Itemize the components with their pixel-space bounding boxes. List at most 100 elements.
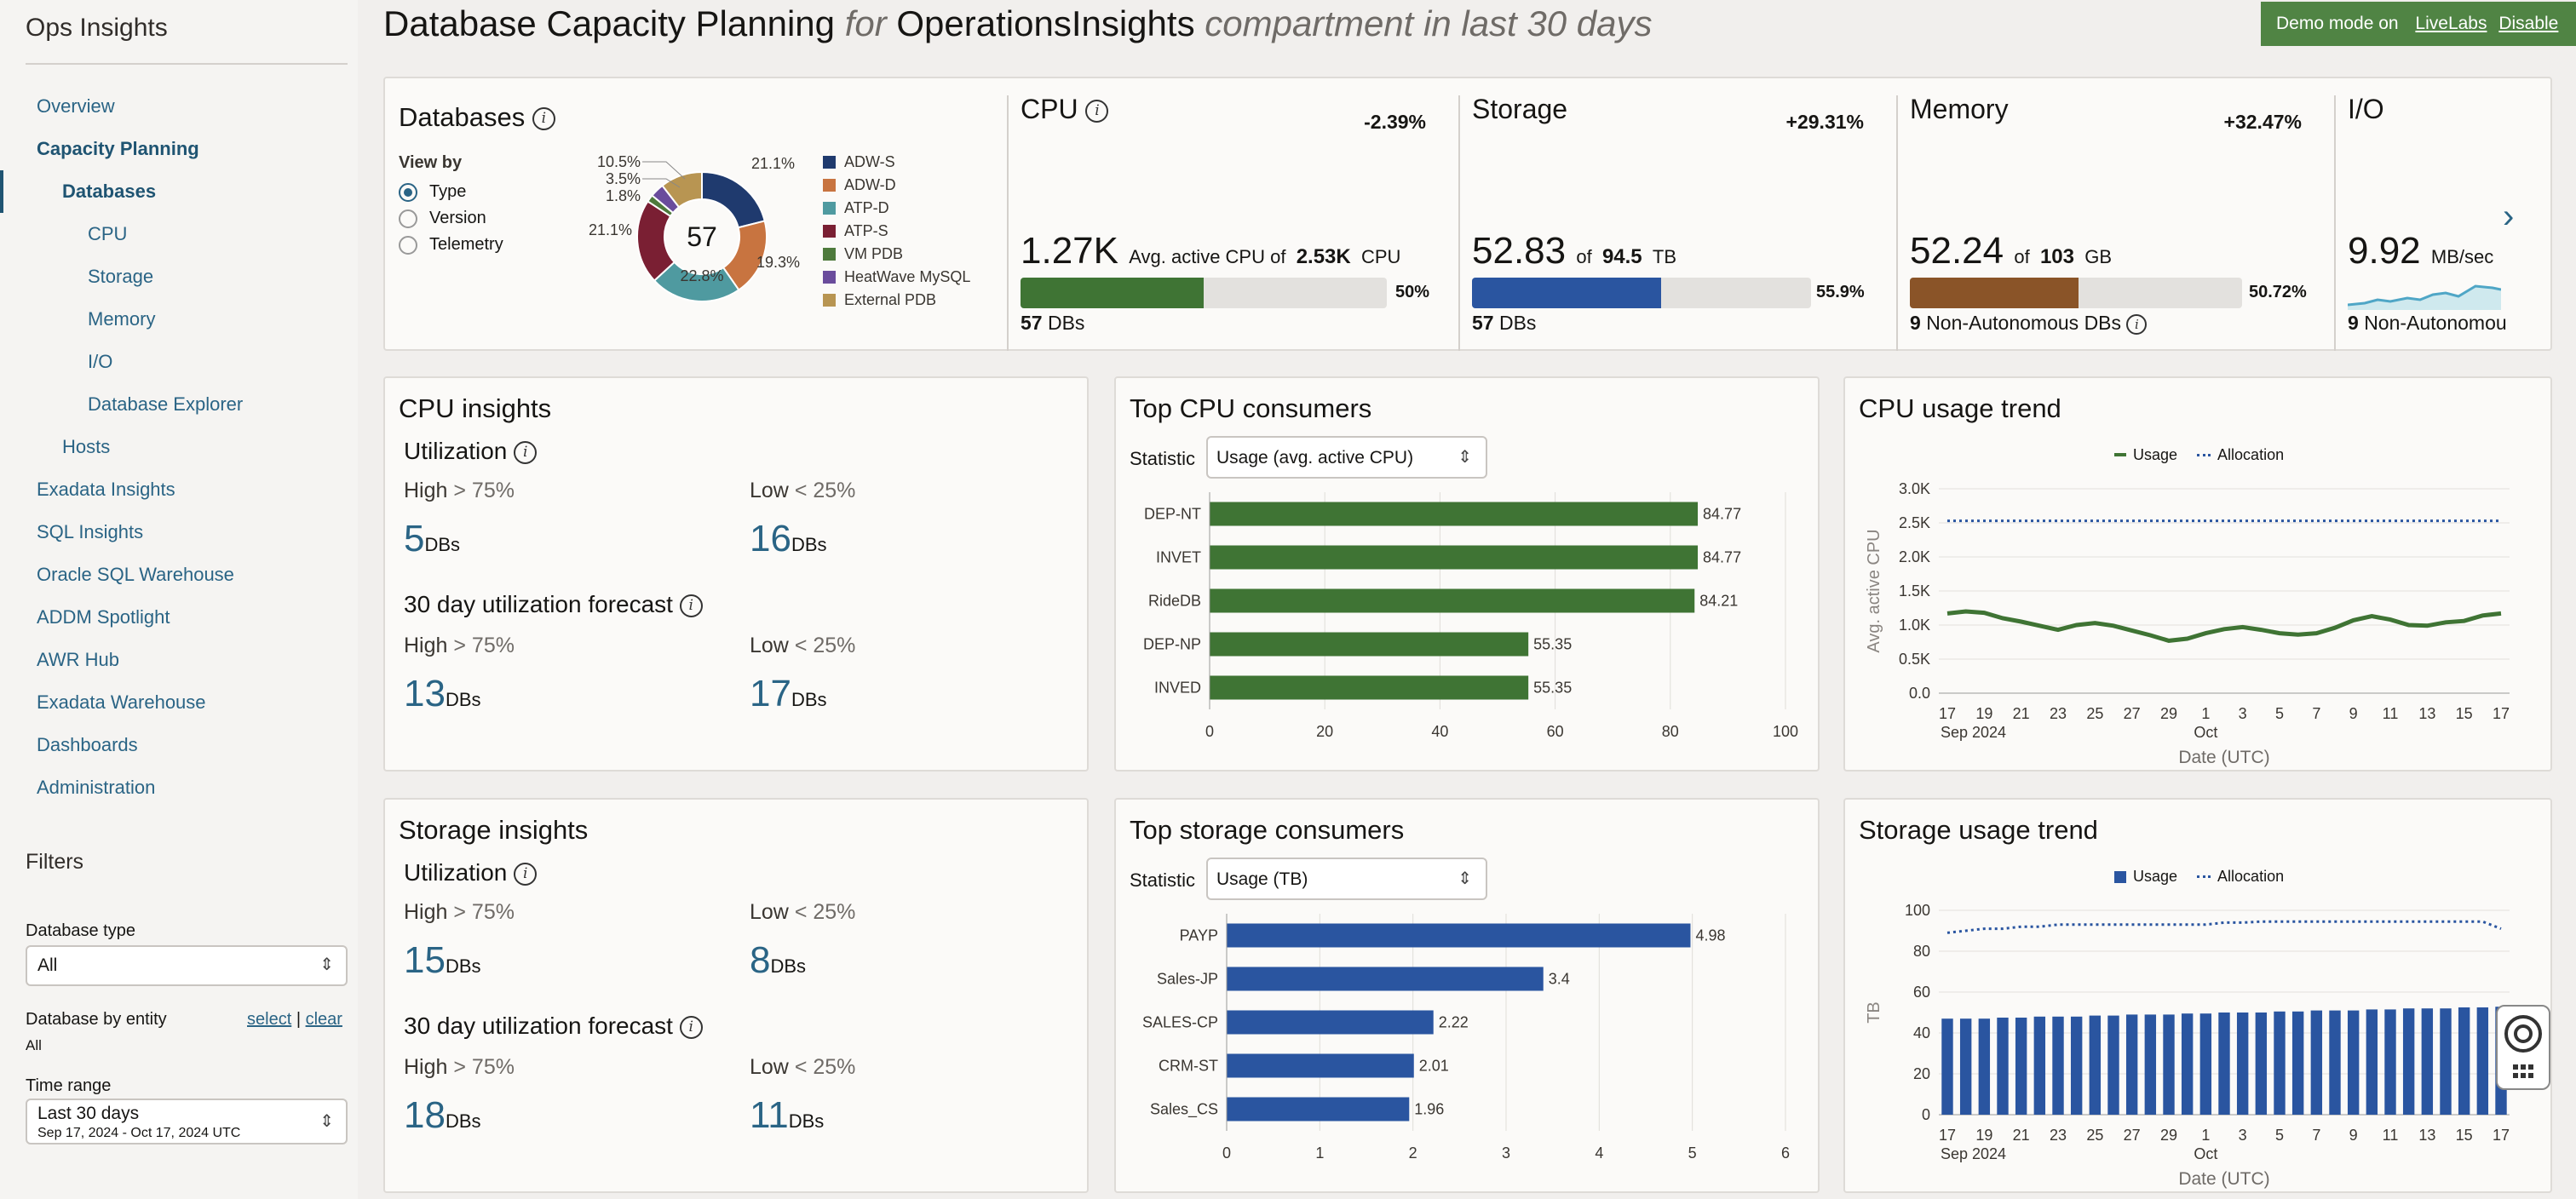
info-icon[interactable]: i — [679, 594, 703, 618]
sidebar-item-hosts[interactable]: Hosts — [0, 426, 358, 468]
top-storage-consumers-chart[interactable]: 0 1 2 3 4 5 6 PAYP 4.98 Sales-JP 3.4 SALES-CP 2.22 CR… — [1116, 905, 1818, 1186]
storage-fc-low-count[interactable]: 11DBs — [750, 1094, 824, 1137]
sidebar-item-administration[interactable]: Administration — [0, 766, 358, 809]
sidebar-item-awr-hub[interactable]: AWR Hub — [0, 639, 358, 681]
compartment-name[interactable]: OperationsInsights — [896, 3, 1194, 43]
sidebar-item-capacity-planning[interactable]: Capacity Planning — [0, 128, 358, 170]
sidebar-item-cpu[interactable]: CPU — [0, 213, 358, 255]
disable-demo-link[interactable]: Disable — [2498, 14, 2558, 33]
storage-util-high-count[interactable]: 15DBs — [404, 939, 481, 982]
high-label: High — [404, 1055, 448, 1079]
legend-item-adw-d[interactable]: ADW-D — [823, 176, 970, 199]
category-label: RideDB — [1148, 593, 1201, 610]
sidebar-item-overview[interactable]: Overview — [0, 85, 358, 128]
legend-item-adw-s[interactable]: ADW-S — [823, 153, 970, 176]
entity-clear-link[interactable]: clear — [306, 1010, 342, 1029]
cpu-statistic-value: Usage (avg. active CPU) — [1216, 448, 1414, 468]
sidebar-item-dashboards[interactable]: Dashboards — [0, 724, 358, 766]
count-unit: DBs — [788, 1110, 825, 1132]
donut-data-label: 10.5% — [597, 153, 641, 170]
storage-forecast-subtitle-text: 30 day utilization forecast — [404, 1013, 673, 1039]
donut-data-label: 22.8% — [680, 267, 723, 284]
x-tick-label: 25 — [2086, 705, 2103, 722]
storage-count-number: 57 — [1472, 312, 1494, 334]
legend-item-atp-d[interactable]: ATP-D — [823, 199, 970, 222]
usage-bar — [2052, 1016, 2064, 1115]
sidebar-item-storage[interactable]: Storage — [0, 255, 358, 298]
sidebar-item-io[interactable]: I/O — [0, 341, 358, 383]
storage-util-low-count[interactable]: 8DBs — [750, 939, 806, 982]
y-tick-label: 20 — [1913, 1065, 1930, 1082]
top-cpu-consumers-title: Top CPU consumers — [1130, 393, 1372, 423]
cpu-fc-low-count[interactable]: 17DBs — [750, 673, 827, 715]
legend-label-usage[interactable]: Usage — [2133, 446, 2177, 463]
sidebar-item-exadata-insights[interactable]: Exadata Insights — [0, 468, 358, 511]
time-range-select[interactable]: Last 30 days Sep 17, 2024 - Oct 17, 2024… — [26, 1099, 348, 1144]
info-icon[interactable]: i — [514, 863, 538, 886]
io-unit: MB/sec — [2430, 246, 2494, 267]
chevron-right-icon[interactable]: › — [2503, 198, 2514, 236]
livelabs-link[interactable]: LiveLabs — [2415, 14, 2487, 33]
help-button[interactable] — [2496, 1005, 2550, 1090]
y-tick-label: 100 — [1905, 902, 1930, 919]
storage-usage-trend-chart[interactable]: 02040608010017 19 21 23 25 27 29 1 3 5 7 9 11 13 15 17S… — [1845, 893, 2550, 1191]
database-entity-label: Database by entity — [26, 1010, 167, 1029]
top-storage-consumers-title: Top storage consumers — [1130, 815, 1405, 845]
io-metric[interactable]: I/O 9.92 MB/sec 9 Non-Autonomou — [2334, 78, 2513, 400]
storage-metric[interactable]: Storage +29.31% 52.83 of 94.5 TB 55.9% 5… — [1458, 78, 1896, 400]
sidebar-item-oracle-sql-warehouse[interactable]: Oracle SQL Warehouse — [0, 554, 358, 596]
cpu-statistic-select[interactable]: Usage (avg. active CPU) ⇕ — [1206, 436, 1487, 479]
legend-item-external-pdb[interactable]: External PDB — [823, 291, 970, 314]
cpu-util-high-count[interactable]: 5DBs — [404, 518, 460, 560]
sidebar-item-database-explorer[interactable]: Database Explorer — [0, 383, 358, 426]
storage-fc-low-label: Low < 25% — [750, 1055, 855, 1080]
x-tick-sublabel: Oct — [2194, 724, 2217, 741]
legend-item-vm-pdb[interactable]: VM PDB — [823, 245, 970, 268]
usage-bar — [2236, 1013, 2249, 1115]
info-icon[interactable]: i — [679, 1016, 703, 1040]
donut-slice-adw-s — [701, 170, 766, 229]
info-icon[interactable]: i — [514, 441, 538, 465]
legend-item-atp-s[interactable]: ATP-S — [823, 222, 970, 245]
radio-telemetry[interactable]: Telemetry — [399, 232, 503, 258]
info-icon[interactable]: i — [532, 107, 555, 131]
chevron-updown-icon: ⇕ — [1458, 448, 1472, 467]
memory-metric[interactable]: Memory +32.47% 52.24 of 103 GB 50.72% 9 … — [1896, 78, 2334, 400]
x-tick-label: 9 — [2349, 1127, 2358, 1144]
entity-select-link[interactable]: select — [247, 1010, 291, 1029]
sidebar-item-databases[interactable]: Databases — [0, 170, 358, 213]
cpu-fc-high-count[interactable]: 13DBs — [404, 673, 481, 715]
memory-total: 103 — [2039, 245, 2074, 268]
divider — [1896, 95, 1898, 351]
y-tick-label: 0.5K — [1899, 651, 1930, 668]
count-number: 16 — [750, 518, 791, 559]
cpu-util-low-count[interactable]: 16DBs — [750, 518, 827, 560]
storage-metric-title: Storage — [1472, 94, 1568, 124]
info-icon[interactable]: i — [2126, 313, 2148, 335]
storage-statistic-select[interactable]: Usage (TB) ⇕ — [1206, 858, 1487, 900]
info-icon[interactable]: i — [1085, 100, 1109, 123]
cpu-metric[interactable]: CPU i -2.39% 1.27K Avg. active CPU of 2.… — [1007, 78, 1458, 400]
usage-line — [1946, 609, 2502, 643]
legend-label-usage[interactable]: Usage — [2133, 868, 2177, 885]
usage-bar — [2274, 1011, 2286, 1115]
database-type-select[interactable]: All ⇕ — [26, 945, 348, 986]
legend-label-allocation[interactable]: Allocation — [2217, 446, 2284, 463]
sidebar-item-sql-insights[interactable]: SQL Insights — [0, 511, 358, 554]
radio-type[interactable]: Type — [399, 179, 503, 205]
donut-data-label: 19.3% — [756, 254, 800, 271]
count-unit: DBs — [445, 1110, 481, 1132]
cpu-usage-trend-chart[interactable]: 0.00.5K1.0K1.5K2.0K2.5K3.0K17 19 21 23 25 27 2… — [1845, 472, 2550, 770]
radio-version[interactable]: Version — [399, 205, 503, 232]
sidebar-item-addm-spotlight[interactable]: ADDM Spotlight — [0, 596, 358, 639]
usage-bar — [2458, 1007, 2470, 1115]
storage-fc-high-count[interactable]: 18DBs — [404, 1094, 481, 1137]
top-cpu-consumers-chart[interactable]: 0 20 40 60 80 100 DEP-NT 84.77 INVET 84.77 RideDB 8… — [1116, 484, 1818, 765]
sidebar-item-exadata-warehouse[interactable]: Exadata Warehouse — [0, 681, 358, 724]
cpu-usage-trend-title: CPU usage trend — [1859, 393, 2061, 423]
legend-label-allocation[interactable]: Allocation — [2217, 868, 2284, 885]
category-label: INVET — [1156, 549, 1201, 566]
sidebar-item-memory[interactable]: Memory — [0, 298, 358, 341]
legend-item-heatwave-mysql[interactable]: HeatWave MySQL — [823, 268, 970, 291]
legend-swatch — [823, 225, 836, 238]
